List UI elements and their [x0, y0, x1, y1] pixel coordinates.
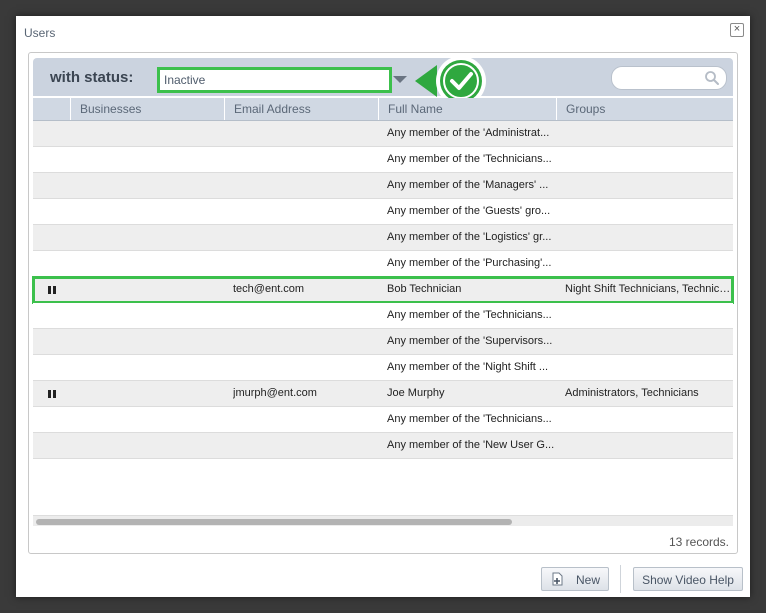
cell-email: jmurph@ent.com: [233, 387, 317, 399]
column-header-businesses[interactable]: Businesses: [70, 98, 224, 120]
cell-email: [233, 225, 381, 250]
cell-email: [233, 199, 381, 224]
cell-full-name: Any member of the 'Technicians...: [387, 153, 552, 165]
cell-groups: Night Shift Technicians, Technicia...: [565, 283, 731, 295]
cell-email: [233, 329, 381, 354]
cell-email: [233, 173, 381, 198]
cell-business: [79, 121, 227, 146]
cell-email: [233, 407, 381, 432]
cell-groups: [565, 199, 731, 224]
cell-groups: [565, 121, 731, 146]
users-dialog: Users × with status: Inactive Businesses…: [16, 16, 750, 597]
column-header-groups[interactable]: Groups: [556, 98, 733, 120]
cell-full-name: Any member of the 'New User G...: [387, 439, 555, 451]
cell-full-name: Any member of the 'Night Shift ...: [387, 361, 549, 373]
cell-full-name: Any member of the 'Technicians...: [387, 413, 552, 425]
cell-business: [79, 251, 227, 276]
table-row[interactable]: Any member of the 'Technicians...: [33, 407, 733, 433]
table-row[interactable]: Any member of the 'Guests' gro...: [33, 199, 733, 225]
new-document-icon: [552, 572, 563, 586]
table-row[interactable]: Any member of the 'Logistics' gr...: [33, 225, 733, 251]
cell-groups: [565, 355, 731, 380]
cell-full-name: Bob Technician: [387, 283, 462, 295]
cell-full-name: Joe Murphy: [387, 387, 445, 399]
cell-full-name: Any member of the 'Administrat...: [387, 127, 550, 139]
cell-business: [79, 381, 227, 406]
table-row[interactable]: tech@ent.com Bob Technician Night Shift Te…: [32, 276, 734, 304]
status-filter-label: with status:: [50, 69, 134, 86]
cell-full-name: Any member of the 'Logistics' gr...: [387, 231, 552, 243]
dialog-title: Users: [24, 26, 56, 40]
filter-toolbar: with status: Inactive: [33, 56, 733, 106]
button-divider: [620, 565, 621, 593]
cell-groups: [565, 251, 731, 276]
scrollbar-thumb[interactable]: [36, 519, 512, 525]
users-panel: with status: Inactive Businesses Email A…: [28, 52, 738, 554]
cell-email: [233, 147, 381, 172]
close-button[interactable]: ×: [730, 23, 744, 37]
pause-icon: [48, 390, 56, 398]
table-row[interactable]: Any member of the 'Technicians...: [33, 303, 733, 329]
cell-business: [79, 199, 227, 224]
cell-email: tech@ent.com: [233, 283, 305, 295]
chevron-down-icon[interactable]: [393, 76, 407, 83]
cell-groups: [565, 303, 731, 328]
column-header-email[interactable]: Email Address: [224, 98, 378, 120]
cell-groups: [565, 147, 731, 172]
users-table-body: Any member of the 'Administrat... Any mem…: [32, 121, 734, 459]
table-row[interactable]: jmurph@ent.com Joe Murphy Administrators, …: [33, 381, 733, 407]
cell-email: [233, 121, 381, 146]
show-video-help-button[interactable]: Show Video Help: [633, 567, 743, 591]
new-user-button[interactable]: New: [541, 567, 609, 591]
cell-email: [233, 303, 381, 328]
cell-business: [79, 407, 227, 432]
cell-email: [233, 251, 381, 276]
horizontal-scrollbar[interactable]: [33, 515, 733, 526]
cell-business: [79, 329, 227, 354]
column-header-status[interactable]: [33, 98, 70, 120]
records-count: 13 records.: [668, 535, 729, 549]
table-row[interactable]: Any member of the 'Technicians...: [33, 147, 733, 173]
table-row[interactable]: Any member of the 'Night Shift ...: [33, 355, 733, 381]
cell-full-name: Any member of the 'Managers' ...: [387, 179, 549, 191]
cell-groups: Administrators, Technicians: [565, 387, 699, 399]
table-header: Businesses Email Address Full Name Group…: [33, 98, 733, 121]
cell-business: [79, 433, 227, 458]
cell-full-name: Any member of the 'Purchasing'...: [387, 257, 552, 269]
cell-full-name: Any member of the 'Technicians...: [387, 309, 552, 321]
table-row[interactable]: Any member of the 'Administrat...: [33, 121, 733, 147]
cell-business: [79, 225, 227, 250]
cell-email: [233, 433, 381, 458]
cell-groups: [565, 225, 731, 250]
cell-groups: [565, 407, 731, 432]
cell-email: [233, 355, 381, 380]
table-row[interactable]: Any member of the 'Managers' ...: [33, 173, 733, 199]
cell-business: [79, 147, 227, 172]
search-icon: [705, 71, 719, 85]
pause-icon: [48, 286, 56, 294]
cell-groups: [565, 329, 731, 354]
cell-groups: [565, 433, 731, 458]
search-input[interactable]: [611, 66, 727, 90]
cell-business: [79, 355, 227, 380]
table-row[interactable]: Any member of the 'New User G...: [33, 433, 733, 459]
cell-full-name: Any member of the 'Guests' gro...: [387, 205, 551, 217]
cell-business: [79, 173, 227, 198]
cell-groups: [565, 173, 731, 198]
table-row[interactable]: Any member of the 'Purchasing'...: [33, 251, 733, 277]
cell-business: [79, 303, 227, 328]
status-filter-input[interactable]: Inactive: [157, 67, 392, 93]
table-row[interactable]: Any member of the 'Supervisors...: [33, 329, 733, 355]
column-header-full-name[interactable]: Full Name: [378, 98, 556, 120]
cell-full-name: Any member of the 'Supervisors...: [387, 335, 553, 347]
cell-business: [79, 277, 227, 302]
new-button-label: New: [576, 573, 601, 587]
